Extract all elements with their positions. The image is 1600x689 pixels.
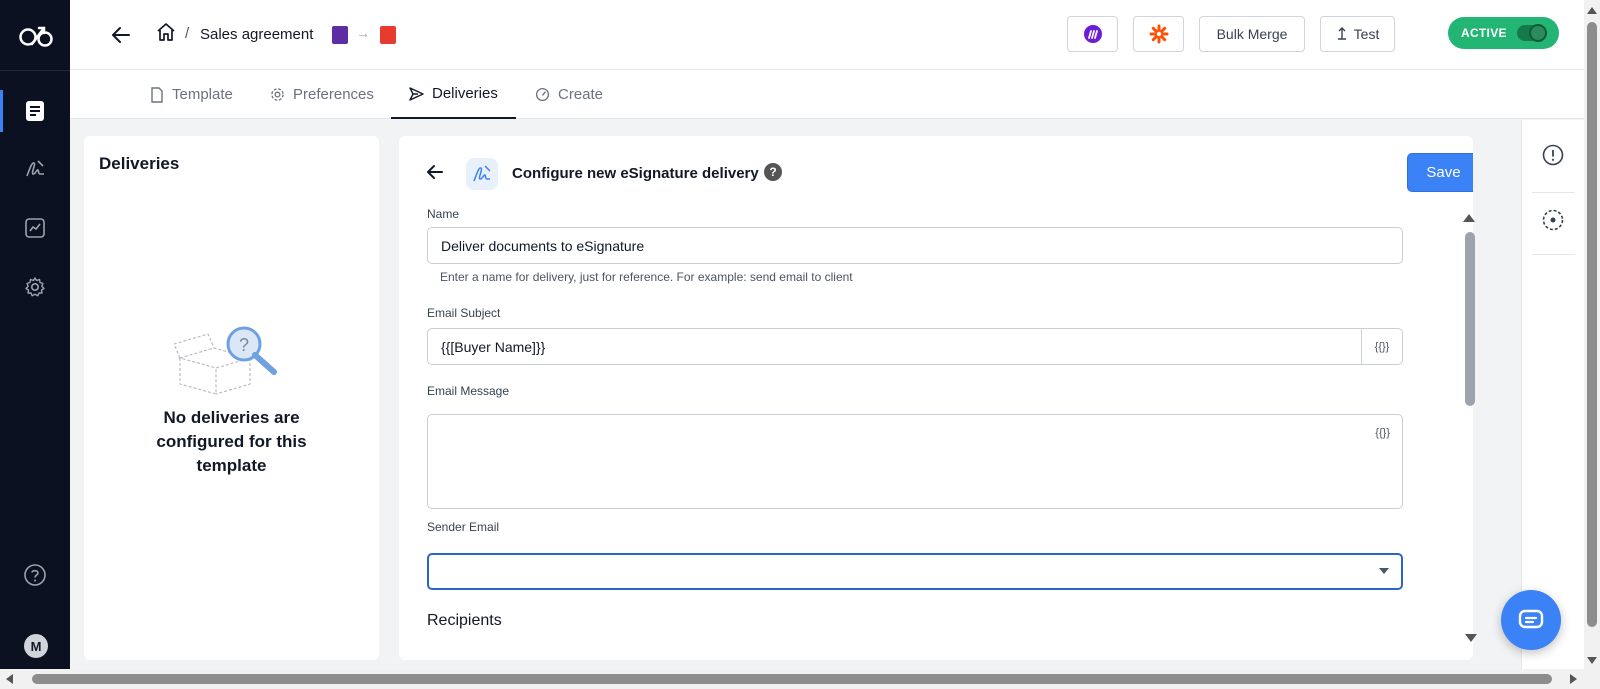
tab-deliveries[interactable]: Deliveries <box>391 70 516 119</box>
active-indicator <box>0 90 3 132</box>
documents-icon[interactable] <box>21 97 49 125</box>
make-logo-icon <box>1083 25 1102 43</box>
name-hint: Enter a name for delivery, just for refe… <box>440 270 853 284</box>
settings-icon[interactable] <box>21 273 49 301</box>
name-label: Name <box>427 207 460 221</box>
status-label: ACTIVE <box>1461 26 1507 40</box>
breadcrumb-separator: / <box>185 25 190 42</box>
right-rail <box>1521 120 1584 669</box>
tab-deliveries-label: Deliveries <box>432 85 498 102</box>
email-subject-value: {{[Buyer Name]}} <box>441 338 546 355</box>
active-toggle[interactable]: ACTIVE <box>1448 17 1559 49</box>
zapier-logo-icon <box>1149 24 1168 44</box>
form-title: Configure new eSignature delivery <box>512 165 759 182</box>
left-nav: M <box>0 0 70 669</box>
scroll-down-arrow[interactable] <box>1587 657 1597 664</box>
gear-icon <box>271 88 284 101</box>
test-button[interactable]: Test <box>1320 16 1395 52</box>
window-horizontal-scrollbar[interactable] <box>0 669 1600 689</box>
window-vertical-scrollbar[interactable] <box>1584 0 1600 669</box>
empty-box-search-icon: ? <box>174 326 277 395</box>
deliveries-panel: Deliveries ? No deliveries are configure… <box>84 136 379 660</box>
email-message-label: Email Message <box>427 384 510 398</box>
email-subject-input[interactable]: {{[Buyer Name]}} {{}} <box>427 328 1403 365</box>
source-format-icon <box>332 26 348 44</box>
gauge-icon <box>535 87 550 102</box>
recipients-title: Recipients <box>427 612 502 629</box>
scroll-right-arrow[interactable] <box>1570 674 1577 684</box>
tab-create[interactable]: Create <box>535 70 603 119</box>
help-icon[interactable] <box>21 561 49 589</box>
nav-divider <box>0 70 70 71</box>
esignature-badge <box>466 158 498 190</box>
chevron-down-icon <box>1379 568 1389 574</box>
tab-preferences-label: Preferences <box>293 86 374 103</box>
test-icon <box>1337 27 1346 40</box>
signature-icon <box>473 165 491 182</box>
rail-divider <box>1532 254 1575 255</box>
scroll-up-arrow[interactable] <box>1587 7 1597 14</box>
help-icon[interactable]: ? <box>764 163 782 181</box>
make-integration-button[interactable] <box>1067 16 1118 52</box>
home-icon[interactable] <box>156 22 176 42</box>
tab-bar: Template Preferences Deliveries Create <box>70 70 1584 119</box>
vertical-scroll-thumb[interactable] <box>1587 22 1597 627</box>
tab-create-label: Create <box>558 86 604 103</box>
toggle-knob <box>1529 24 1547 42</box>
zapier-integration-button[interactable] <box>1133 16 1184 52</box>
output-format-icon <box>380 26 396 44</box>
tab-template-label: Template <box>172 86 233 103</box>
chart-icon[interactable] <box>21 214 49 242</box>
avatar[interactable]: M <box>24 634 48 658</box>
empty-state-message: No deliveries are configured for this te… <box>156 408 307 475</box>
delivery-config-panel: Configure new eSignature delivery ? Save… <box>399 136 1473 660</box>
chat-icon <box>1518 609 1544 629</box>
svg-text:?: ? <box>239 335 249 355</box>
tab-preferences[interactable]: Preferences <box>270 70 374 119</box>
test-label: Test <box>1353 26 1380 42</box>
file-icon <box>151 86 163 103</box>
subject-token-button[interactable]: {{}} <box>1361 329 1402 364</box>
message-token-button[interactable]: {{}} <box>1375 427 1390 439</box>
toggle-track <box>1517 24 1547 42</box>
name-input[interactable]: Deliver documents to eSignature <box>427 227 1403 264</box>
deliveries-title: Deliveries <box>99 154 180 173</box>
sender-email-select[interactable] <box>427 553 1403 590</box>
send-icon <box>409 86 424 101</box>
scroll-left-arrow[interactable] <box>6 674 13 684</box>
panel-scroll-up[interactable] <box>1463 214 1475 222</box>
format-arrow: → <box>356 25 370 41</box>
panel-scroll-thumb[interactable] <box>1465 232 1475 406</box>
email-message-textarea[interactable]: {{}} <box>427 414 1403 509</box>
tab-template[interactable]: Template <box>150 70 233 119</box>
rail-divider <box>1532 192 1575 193</box>
bulk-merge-button[interactable]: Bulk Merge <box>1199 16 1305 52</box>
email-subject-label: Email Subject <box>427 306 501 320</box>
document-title[interactable]: Sales agreement <box>200 26 313 43</box>
back-arrow-icon[interactable] <box>425 162 445 182</box>
chat-button[interactable] <box>1501 590 1561 650</box>
horizontal-scroll-thumb[interactable] <box>32 674 1552 684</box>
signature-icon[interactable] <box>21 155 49 183</box>
target-icon[interactable] <box>1542 209 1564 231</box>
app-logo[interactable] <box>18 22 54 48</box>
panel-scroll-down[interactable] <box>1465 634 1477 642</box>
top-header: / Sales agreement → Bulk Merge Test ACTI… <box>70 0 1584 70</box>
save-button[interactable]: Save <box>1407 153 1473 192</box>
alert-icon[interactable] <box>1542 144 1564 166</box>
back-arrow-icon[interactable] <box>110 24 132 46</box>
sender-email-label: Sender Email <box>427 520 500 534</box>
